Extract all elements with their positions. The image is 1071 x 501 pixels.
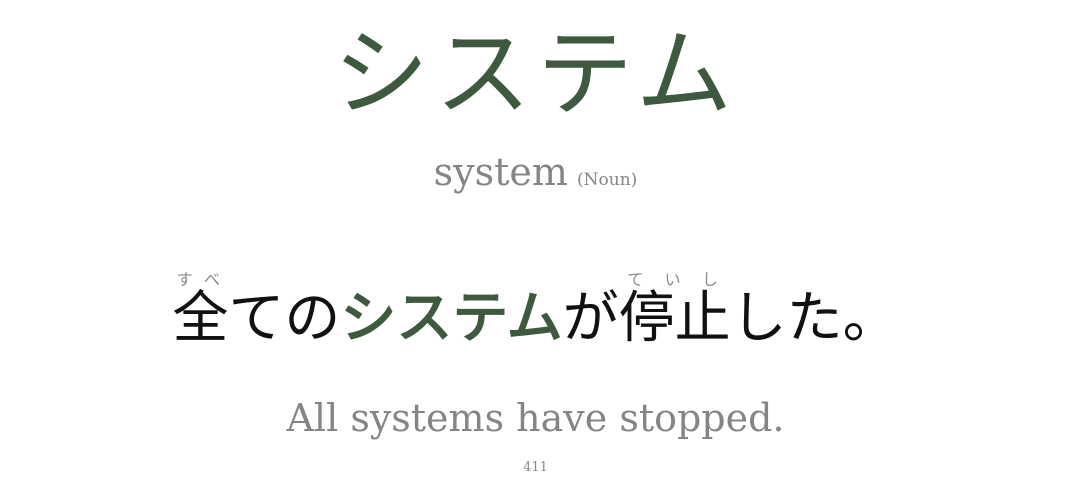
sentence-target-word: システム	[340, 285, 563, 351]
meaning-row: system (Noun)	[0, 150, 1071, 194]
sentence-text-5: した。	[730, 286, 899, 351]
ruby-segment-1: 全すべ	[172, 270, 229, 351]
sentence-kanji-4: 停止	[618, 286, 731, 351]
sentence-text-2: ての	[228, 286, 341, 351]
headword: システム	[332, 18, 739, 130]
part-of-speech: (Noun)	[577, 170, 638, 190]
furigana-4: ていし	[618, 270, 731, 289]
card-number: 411	[523, 460, 548, 475]
meaning: system	[433, 150, 568, 194]
example-sentence: 全すべてのシステムが停止ていしした。	[0, 270, 1071, 364]
sentence-kanji-1: 全	[172, 286, 229, 351]
furigana-1: すべ	[172, 270, 229, 289]
sentence-text-3: が	[562, 286, 619, 351]
flashcard: システム system (Noun) 全すべてのシステムが停止ていしした。 Al…	[0, 0, 1071, 501]
ruby-segment-4: 停止ていし	[618, 270, 731, 351]
translation: All systems have stopped.	[286, 396, 785, 440]
